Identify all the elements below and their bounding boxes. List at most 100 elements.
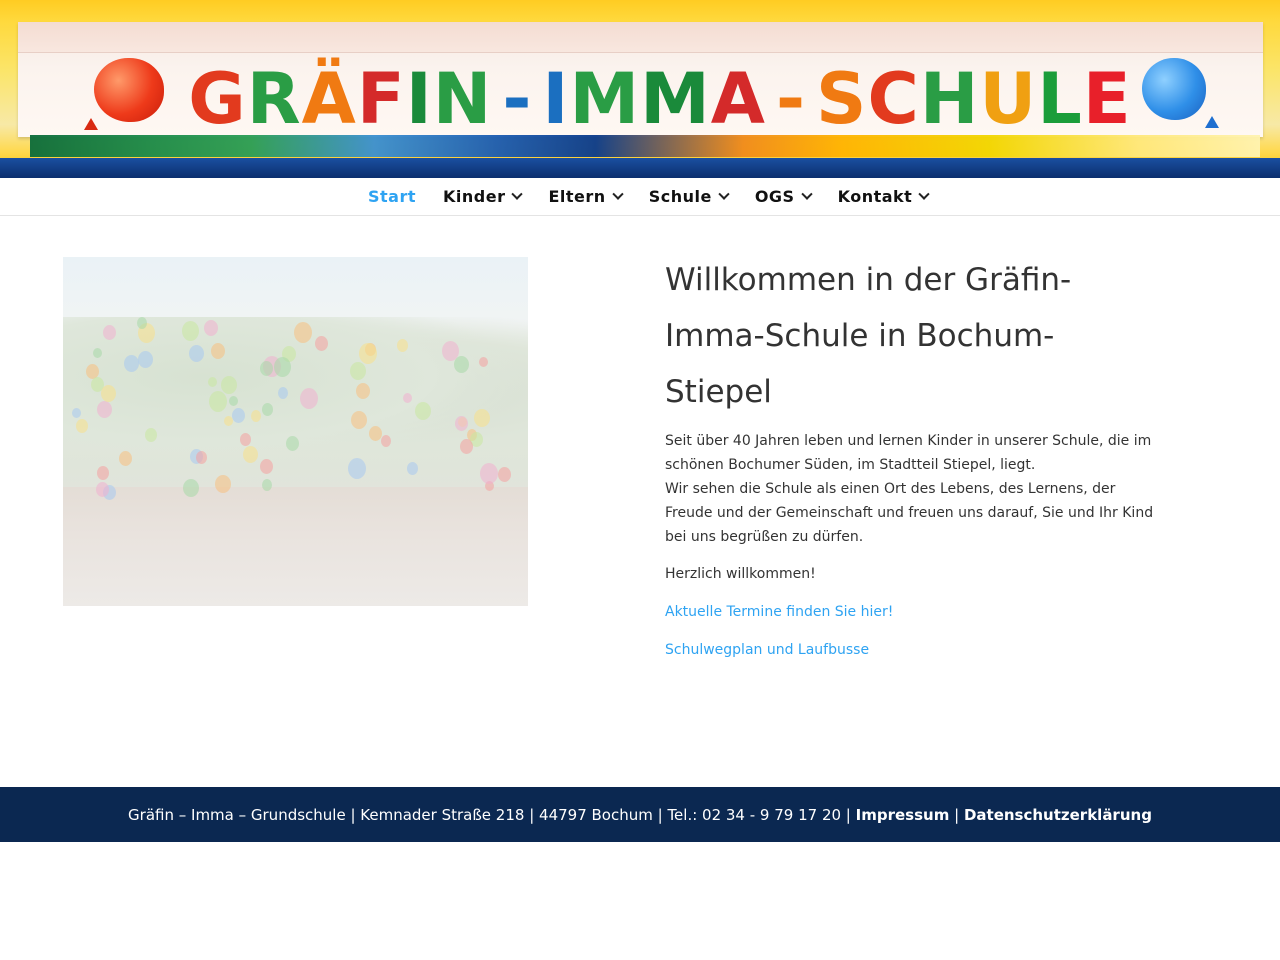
intro-paragraph: Seit über 40 Jahren leben und lernen Kin…: [665, 429, 1155, 549]
logo-letter: Ä: [301, 58, 357, 140]
photo-balloon: [286, 436, 299, 451]
photo-balloon: [97, 401, 112, 418]
banner-rainbow-stripe: [30, 135, 1260, 157]
logo-letter: S: [816, 58, 868, 140]
nav-menu: Start Kinder Eltern Schule OGS Kontakt: [368, 178, 955, 215]
nav-item-ogs[interactable]: OGS: [755, 187, 813, 206]
photo-balloon: [356, 383, 370, 399]
logo-letter: G: [188, 58, 247, 140]
photo-balloon: [403, 393, 412, 403]
photo-balloon: [359, 343, 377, 364]
banner-bottom-band: [0, 158, 1280, 178]
photo-balloon: [119, 451, 132, 466]
chevron-down-icon: [511, 188, 524, 200]
impressum-link[interactable]: Impressum: [856, 806, 950, 824]
photo-balloon: [196, 451, 207, 464]
photo-balloon: [381, 435, 391, 447]
photo-balloon: [442, 341, 459, 361]
chevron-down-icon: [718, 188, 730, 200]
photo-balloon: [498, 467, 511, 482]
balloons-crowd-photo: [63, 257, 528, 606]
logo-letter: H: [919, 58, 980, 140]
termine-link[interactable]: Aktuelle Termine finden Sie hier!: [665, 604, 893, 620]
photo-balloon: [97, 466, 109, 480]
termine-link-paragraph: Aktuelle Termine finden Sie hier!: [665, 600, 1155, 624]
photo-balloon: [211, 343, 225, 359]
photo-balloon: [454, 356, 469, 373]
site-footer: Gräfin – Imma – Grundschule | Kemnader S…: [0, 787, 1280, 842]
photo-balloon: [260, 361, 273, 376]
photo-balloon: [351, 411, 367, 429]
nav-item-label: Kontakt: [837, 187, 913, 206]
photo-balloon: [189, 345, 204, 362]
nav-item-label: Schule: [648, 187, 712, 206]
nav-item-kontakt[interactable]: Kontakt: [837, 187, 930, 206]
photo-balloon: [145, 428, 157, 442]
nav-item-eltern[interactable]: Eltern: [548, 187, 624, 206]
photo-balloon: [397, 339, 408, 352]
photo-balloon: [262, 479, 272, 491]
chevron-down-icon: [918, 188, 930, 200]
nav-item-kinder[interactable]: Kinder: [443, 187, 524, 206]
header-banner: GRÄFIN-IMMA-SCHULE: [0, 0, 1280, 178]
photo-balloon: [208, 377, 217, 387]
logo-letter: F: [356, 58, 406, 140]
nav-item-label: Start: [368, 187, 417, 206]
photo-balloon: [209, 391, 227, 412]
photo-balloon: [300, 388, 318, 409]
red-balloon-icon: [94, 58, 164, 122]
photo-balloon: [215, 475, 231, 493]
main-navigation: Start Kinder Eltern Schule OGS Kontakt: [0, 178, 1280, 216]
chevron-down-icon: [800, 188, 813, 200]
logo-letter: M: [569, 58, 641, 140]
photo-balloon: [221, 376, 237, 394]
photo-balloon: [93, 348, 102, 358]
logo-letter: I: [542, 58, 570, 140]
photo-balloon: [76, 419, 88, 433]
logo-letter: R: [246, 58, 302, 140]
logo-letter: E: [1082, 58, 1132, 140]
photo-balloon: [96, 482, 109, 497]
photo-balloon: [204, 320, 218, 336]
intro-text-2: Wir sehen die Schule als einen Ort des L…: [665, 481, 1154, 545]
page-title: Willkommen in der Gräfin-Imma-Schule in …: [665, 262, 1072, 410]
photo-balloon: [474, 409, 490, 427]
photo-balloon: [72, 408, 81, 418]
photo-balloon: [101, 385, 116, 402]
nav-item-start[interactable]: Start: [368, 187, 416, 206]
photo-balloon: [183, 479, 199, 497]
photo-balloon: [262, 403, 273, 416]
blue-balloon-icon: [1142, 58, 1206, 120]
photo-balloon: [240, 433, 251, 446]
logo-letter: N: [432, 58, 493, 140]
photo-balloon: [348, 458, 366, 479]
photo-balloon: [278, 387, 288, 399]
photo-balloon: [124, 355, 139, 372]
logo-letter: M: [640, 58, 711, 140]
photo-balloon: [407, 462, 418, 475]
nav-item-schule[interactable]: Schule: [648, 187, 730, 206]
datenschutz-link[interactable]: Datenschutzerklärung: [964, 806, 1152, 824]
footer-separator: |: [954, 805, 960, 824]
school-logo[interactable]: GRÄFIN-IMMA-SCHULE: [188, 58, 1130, 140]
photo-balloon: [260, 459, 273, 474]
logo-letter: -: [502, 58, 533, 140]
photo-balloon: [350, 362, 366, 380]
photo-balloon: [138, 351, 153, 368]
photo-crowd: [63, 487, 528, 606]
logo-letter: I: [405, 58, 433, 140]
photo-balloon: [369, 426, 382, 441]
chevron-down-icon: [612, 188, 624, 200]
photo-balloon: [243, 446, 258, 463]
schulweg-link-paragraph: Schulwegplan und Laufbusse: [665, 638, 1155, 662]
schulwegplan-link[interactable]: Schulwegplan und Laufbusse: [665, 642, 869, 658]
photo-balloon: [479, 357, 488, 367]
photo-balloon: [274, 357, 291, 377]
logo-letter: A: [710, 58, 766, 140]
nav-item-label: Eltern: [548, 187, 606, 206]
photo-balloon: [137, 317, 147, 329]
photo-balloon: [103, 325, 116, 340]
greeting-text: Herzlich willkommen!: [665, 566, 816, 582]
nav-item-label: Kinder: [443, 187, 506, 206]
photo-balloon: [229, 396, 238, 406]
